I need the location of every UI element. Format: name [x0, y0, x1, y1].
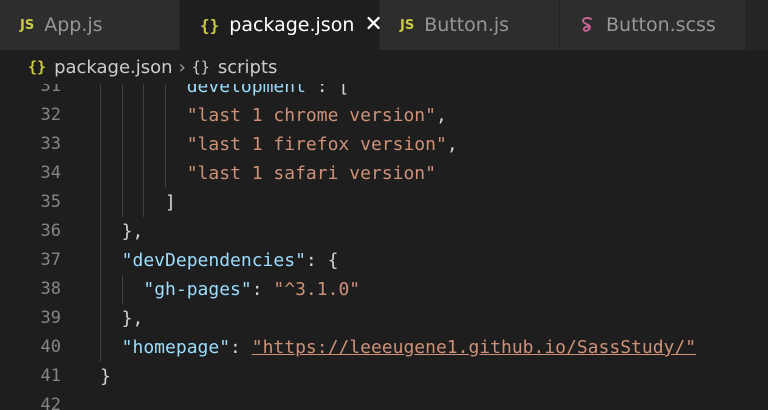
indent-guide [143, 159, 145, 188]
json-key: "development" [175, 84, 317, 97]
editor-tab-bar: JS App.js {} package.json ✕ JS Button.js… [0, 0, 768, 50]
json-string: "last 1 chrome version" [186, 105, 436, 126]
punctuation: , [435, 105, 447, 126]
indent-guide [100, 217, 101, 246]
punctuation: }, [121, 308, 144, 329]
tab-app-js[interactable]: JS App.js [0, 0, 180, 50]
indent-guide [121, 159, 123, 188]
indent-guide [121, 84, 123, 101]
indent-guide [100, 304, 101, 333]
indent-guide [165, 101, 167, 130]
breadcrumb-symbol[interactable]: scripts [218, 57, 278, 78]
punctuation: : [251, 279, 274, 300]
indent-guide [100, 275, 101, 304]
indent-guide [121, 101, 123, 130]
breadcrumb: {} package.json › {} scripts [0, 50, 768, 84]
tab-label: package.json [229, 14, 355, 36]
line-content: "development": [ [176, 84, 349, 101]
line-number: 31 [40, 84, 61, 96]
indent-guide [165, 159, 167, 188]
line-content: "last 1 chrome version", [187, 101, 447, 130]
json-string: "^3.1.0" [273, 279, 361, 300]
json-string: "last 1 safari version" [186, 163, 436, 184]
line-content: "last 1 safari version" [187, 159, 436, 188]
indent-guide [100, 188, 101, 217]
line-content: }, [122, 304, 144, 333]
line-number: 39 [40, 308, 61, 328]
line-content: } [100, 362, 111, 391]
line-content: }, [122, 217, 144, 246]
code-editor[interactable]: 31 "development": [ 32 "last 1 chrome versi… [0, 84, 768, 410]
object-symbol-icon: {} [191, 58, 210, 76]
line-number: 41 [40, 366, 61, 386]
tab-button-js[interactable]: JS Button.js [380, 0, 560, 50]
line-content: "homepage": "https://leeeugene1.github.i… [122, 333, 696, 362]
line-number: 32 [40, 105, 61, 125]
punctuation: }, [121, 221, 144, 242]
line-number: 38 [40, 279, 61, 299]
tab-button-scss[interactable]: Button.scss [560, 0, 746, 50]
line-number: 40 [40, 337, 61, 357]
tab-label: Button.scss [606, 14, 716, 36]
indent-guide [143, 188, 145, 217]
line-number: 37 [40, 250, 61, 270]
url-link[interactable]: "https://leeeugene1.github.io/SassStudy/… [252, 337, 696, 358]
indent-guide [143, 130, 145, 159]
javascript-file-icon: JS [400, 17, 415, 33]
line-content: "devDependencies": { [122, 246, 339, 275]
javascript-file-icon: JS [20, 17, 35, 33]
indent-guide [165, 84, 167, 101]
chevron-right-icon: › [178, 56, 186, 78]
indent-guide [165, 130, 167, 159]
line-content: ] [165, 188, 176, 217]
punctuation: : [230, 337, 252, 358]
json-string: "last 1 firefox version" [186, 134, 447, 155]
tab-package-json[interactable]: {} package.json ✕ [180, 0, 383, 50]
indent-guide [121, 130, 123, 159]
json-key: "devDependencies" [121, 250, 306, 271]
line-number: 34 [40, 163, 61, 183]
json-file-icon: {} [200, 15, 220, 35]
sass-icon [582, 17, 592, 32]
json-key: "gh-pages" [143, 279, 252, 300]
indent-guide [121, 188, 123, 217]
json-key: "homepage" [121, 337, 231, 358]
tab-label: Button.js [424, 14, 510, 36]
line-number: 36 [40, 221, 61, 241]
punctuation: : { [305, 250, 339, 271]
indent-guide [100, 246, 101, 275]
line-content: "gh-pages": "^3.1.0" [143, 275, 360, 304]
punctuation: : [ [316, 84, 350, 97]
line-number: 35 [40, 192, 61, 212]
line-content: "last 1 firefox version", [187, 130, 458, 159]
punctuation: ] [165, 192, 176, 213]
indent-guide [121, 275, 123, 304]
indent-guide [143, 84, 145, 101]
line-number: 42 [40, 395, 61, 410]
indent-guide [100, 101, 101, 130]
indent-guide [100, 84, 101, 101]
indent-guide [100, 130, 101, 159]
punctuation: } [100, 366, 111, 387]
indent-guide [100, 333, 101, 362]
indent-guide [143, 101, 145, 130]
indent-guide [100, 159, 101, 188]
line-number: 33 [40, 134, 61, 154]
breadcrumb-file[interactable]: package.json [54, 57, 173, 78]
json-file-icon: {} [28, 58, 47, 76]
tab-label: App.js [44, 14, 103, 36]
punctuation: , [446, 134, 458, 155]
